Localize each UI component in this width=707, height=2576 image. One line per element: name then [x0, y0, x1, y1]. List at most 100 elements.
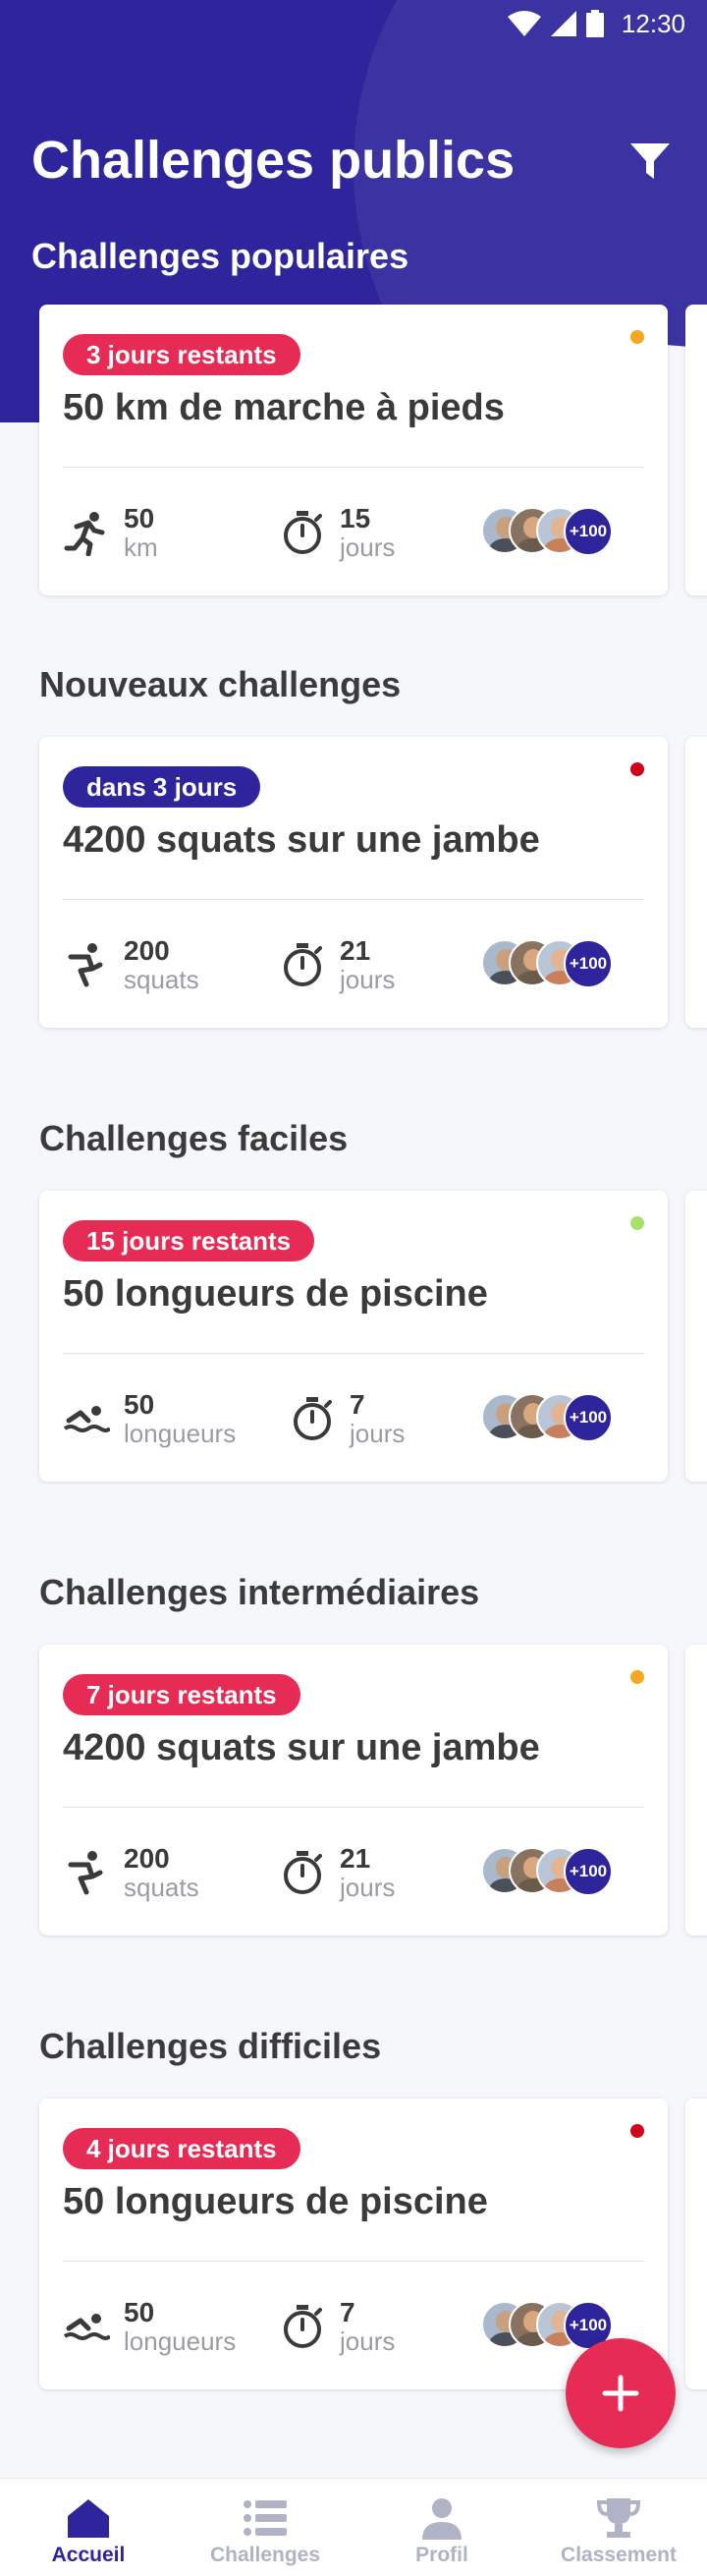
- activity-unit: km: [124, 532, 158, 562]
- next-card-peek[interactable]: [685, 737, 707, 1028]
- section-title-hard: Challenges difficiles: [39, 2026, 382, 2066]
- participants-more-badge: +100: [564, 1847, 613, 1896]
- participants-avatars[interactable]: +100: [481, 939, 628, 988]
- profile-icon: [422, 2497, 462, 2540]
- activity-unit: longueurs: [124, 1419, 237, 1448]
- nav-label: Profil: [415, 2543, 468, 2566]
- page-title: Challenges publics: [31, 131, 516, 190]
- activity-unit: squats: [124, 965, 199, 994]
- section-title-popular: Challenges populaires: [31, 236, 409, 276]
- stopwatch-icon: [284, 2305, 322, 2348]
- activity-unit: longueurs: [124, 2326, 237, 2356]
- duration-stat: 21 jours: [279, 1841, 395, 1904]
- activity-stat: 50 longueurs: [63, 2295, 236, 2358]
- plus-icon: [602, 2375, 639, 2412]
- activity-stat: 200 squats: [63, 1841, 199, 1904]
- duration-value: 21: [340, 935, 371, 966]
- trophy-icon: [596, 2497, 641, 2538]
- nav-label: Classement: [561, 2543, 677, 2566]
- swimming-icon: [63, 1406, 110, 1432]
- running-icon: [64, 512, 105, 556]
- participants-avatars[interactable]: +100: [481, 507, 628, 556]
- add-challenge-button[interactable]: [566, 2338, 676, 2448]
- duration-value: 15: [340, 503, 371, 533]
- squat-icon: [68, 943, 103, 987]
- activity-stat: 50 longueurs: [63, 1387, 236, 1450]
- remaining-badge: 15 jours restants: [63, 1220, 315, 1261]
- next-card-peek[interactable]: [685, 1191, 707, 1482]
- challenge-card[interactable]: 3 jours restants 50 km de marche à pieds…: [39, 305, 668, 595]
- activity-unit: squats: [124, 1873, 199, 1902]
- challenge-title: 50 longueurs de piscine: [63, 2181, 488, 2222]
- nav-item-profile[interactable]: Profil: [354, 2479, 530, 2576]
- section-title-easy: Challenges faciles: [39, 1118, 349, 1158]
- activity-value: 200: [124, 935, 170, 966]
- remaining-badge: 4 jours restants: [63, 2128, 300, 2169]
- remaining-badge: 7 jours restants: [63, 1674, 300, 1715]
- divider: [63, 1353, 644, 1354]
- participants-more-badge: +100: [564, 507, 613, 556]
- next-card-peek[interactable]: [685, 1645, 707, 1935]
- status-dot: [630, 1216, 644, 1230]
- duration-value: 21: [340, 1843, 371, 1874]
- nav-label: Accueil: [51, 2543, 126, 2566]
- participants-avatars[interactable]: +100: [481, 1393, 628, 1442]
- duration-stat: 7 jours: [279, 2295, 395, 2358]
- duration-stat: 7 jours: [289, 1387, 405, 1450]
- nav-item-home[interactable]: Accueil: [0, 2479, 177, 2576]
- participants-more-badge: +100: [564, 1393, 613, 1442]
- divider: [63, 2261, 644, 2262]
- duration-unit: jours: [340, 1873, 396, 1902]
- list-icon: [244, 2499, 287, 2536]
- duration-unit: jours: [340, 2326, 396, 2356]
- challenge-title: 4200 squats sur une jambe: [63, 819, 540, 861]
- status-dot: [630, 2124, 644, 2138]
- status-dot: [630, 762, 644, 776]
- squat-icon: [68, 1851, 103, 1895]
- wifi-icon: [507, 11, 541, 36]
- activity-value: 50: [124, 503, 155, 533]
- stopwatch-icon: [284, 511, 322, 554]
- status-dot: [630, 330, 644, 344]
- duration-unit: jours: [350, 1419, 406, 1448]
- filter-icon[interactable]: [628, 140, 672, 183]
- next-card-peek[interactable]: [685, 305, 707, 595]
- duration-value: 7: [350, 1389, 365, 1420]
- activity-stat: 200 squats: [63, 933, 199, 996]
- activity-value: 50: [124, 2297, 155, 2327]
- challenge-title: 50 km de marche à pieds: [63, 387, 505, 428]
- section-title-new: Nouveaux challenges: [39, 664, 402, 704]
- activity-value: 200: [124, 1843, 170, 1874]
- challenge-card[interactable]: 15 jours restants 50 longueurs de piscin…: [39, 1191, 668, 1482]
- duration-value: 7: [340, 2297, 355, 2327]
- home-icon: [68, 2498, 109, 2538]
- battery-icon: [585, 10, 604, 37]
- divider: [63, 899, 644, 900]
- start-badge: dans 3 jours: [63, 766, 261, 808]
- stopwatch-icon: [284, 943, 322, 986]
- duration-unit: jours: [340, 532, 396, 562]
- duration-stat: 15 jours: [279, 501, 395, 564]
- challenge-card[interactable]: dans 3 jours 4200 squats sur une jambe 2…: [39, 737, 668, 1028]
- duration-unit: jours: [340, 965, 396, 994]
- participants-avatars[interactable]: +100: [481, 1847, 628, 1896]
- challenge-card[interactable]: 4 jours restants 50 longueurs de piscine…: [39, 2099, 668, 2389]
- duration-stat: 21 jours: [279, 933, 395, 996]
- divider: [63, 1807, 644, 1808]
- divider: [63, 467, 644, 468]
- status-dot: [630, 1670, 644, 1684]
- challenge-title: 50 longueurs de piscine: [63, 1273, 488, 1315]
- signal-icon: [550, 11, 576, 36]
- nav-label: Challenges: [209, 2543, 321, 2566]
- nav-item-ranking[interactable]: Classement: [530, 2479, 707, 2576]
- nav-item-challenges[interactable]: Challenges: [177, 2479, 354, 2576]
- section-title-intermediate: Challenges intermédiaires: [39, 1572, 480, 1612]
- stopwatch-icon: [284, 1851, 322, 1894]
- activity-value: 50: [124, 1389, 155, 1420]
- challenge-title: 4200 squats sur une jambe: [63, 1727, 540, 1768]
- next-card-peek[interactable]: [685, 2099, 707, 2389]
- swimming-icon: [63, 2314, 110, 2340]
- status-bar: 12:30: [0, 0, 707, 47]
- challenge-card[interactable]: 7 jours restants 4200 squats sur une jam…: [39, 1645, 668, 1935]
- activity-stat: 50 km: [63, 501, 158, 564]
